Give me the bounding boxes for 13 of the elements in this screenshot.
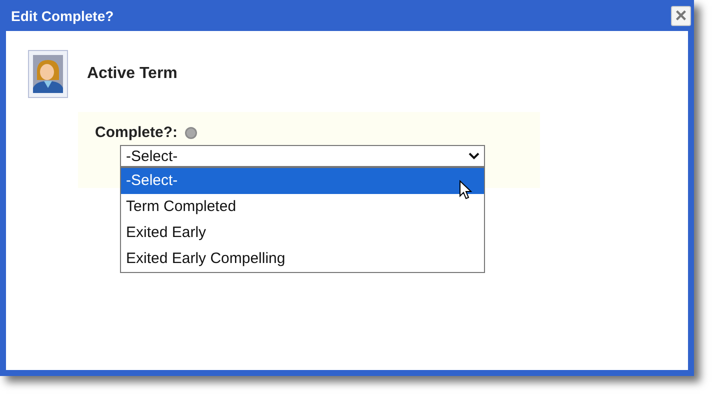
dropdown-option[interactable]: -Select- [121, 168, 484, 194]
dropdown-option[interactable]: Exited Early Compelling [121, 246, 484, 272]
select-field[interactable]: -Select- [120, 145, 485, 167]
window-title: Edit Complete? [10, 8, 114, 24]
field-label: Complete?: [95, 124, 178, 141]
close-button[interactable]: × [671, 6, 691, 26]
help-icon[interactable] [184, 126, 196, 138]
cursor-icon [459, 180, 472, 200]
section-title: Active Term [87, 65, 178, 83]
caret-icon [468, 152, 480, 160]
person-icon [28, 50, 68, 98]
dropdown-option[interactable]: Term Completed [121, 194, 484, 220]
dropdown-option[interactable]: Exited Early [121, 220, 484, 246]
